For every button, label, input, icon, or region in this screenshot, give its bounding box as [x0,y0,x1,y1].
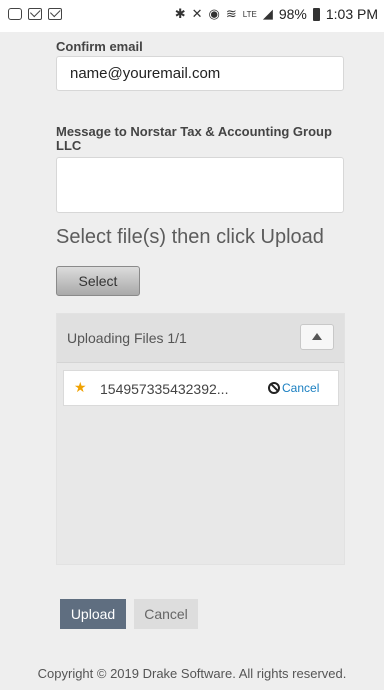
confirm-email-label: Confirm email [56,39,143,54]
star-icon: ★ [74,379,87,395]
collapse-button[interactable] [300,324,334,350]
mail-icon [48,8,62,20]
status-bar-system: ✱ ✕ ◉ ≋ LTE ◢ 98% 1:03 PM [175,6,378,22]
chat-icon [8,8,22,20]
file-cancel-link[interactable]: Cancel [282,381,319,395]
message-label: Message to Norstar Tax & Accounting Grou… [56,124,332,153]
mute-icon: ✕ [191,6,203,21]
confirm-email-field[interactable]: name@youremail.com [56,56,344,91]
signal-icon: ◢ [262,6,273,21]
bluetooth-icon: ✱ [174,6,186,21]
file-row: ★ 154957335432392... Cancel [63,370,339,406]
cancel-circle-icon[interactable] [268,382,280,394]
status-bar: ✱ ✕ ◉ ≋ LTE ◢ 98% 1:03 PM [0,0,384,32]
copyright-footer: Copyright © 2019 Drake Software. All rig… [37,666,347,681]
upload-queue-title: Uploading Files 1/1 [67,330,187,346]
cancel-button[interactable]: Cancel [134,599,198,629]
battery-level: 98% [278,6,307,22]
upload-section-title: Select file(s) then click Upload [56,226,324,248]
battery-icon [312,7,320,21]
select-files-button[interactable]: Select [56,266,140,296]
status-bar-notifications [8,8,62,20]
message-field[interactable] [56,157,344,213]
clock: 1:03 PM [325,6,378,22]
alarm-icon: ◉ [208,6,220,21]
wifi-icon: ≋ [225,6,237,21]
upload-queue-header: Uploading Files 1/1 [57,314,344,363]
network-type: LTE [242,9,257,19]
file-name: 154957335432392... [100,381,229,397]
mail-icon [28,8,42,20]
upload-queue-panel: Uploading Files 1/1 ★ 154957335432392...… [56,313,345,565]
upload-button[interactable]: Upload [60,599,126,629]
